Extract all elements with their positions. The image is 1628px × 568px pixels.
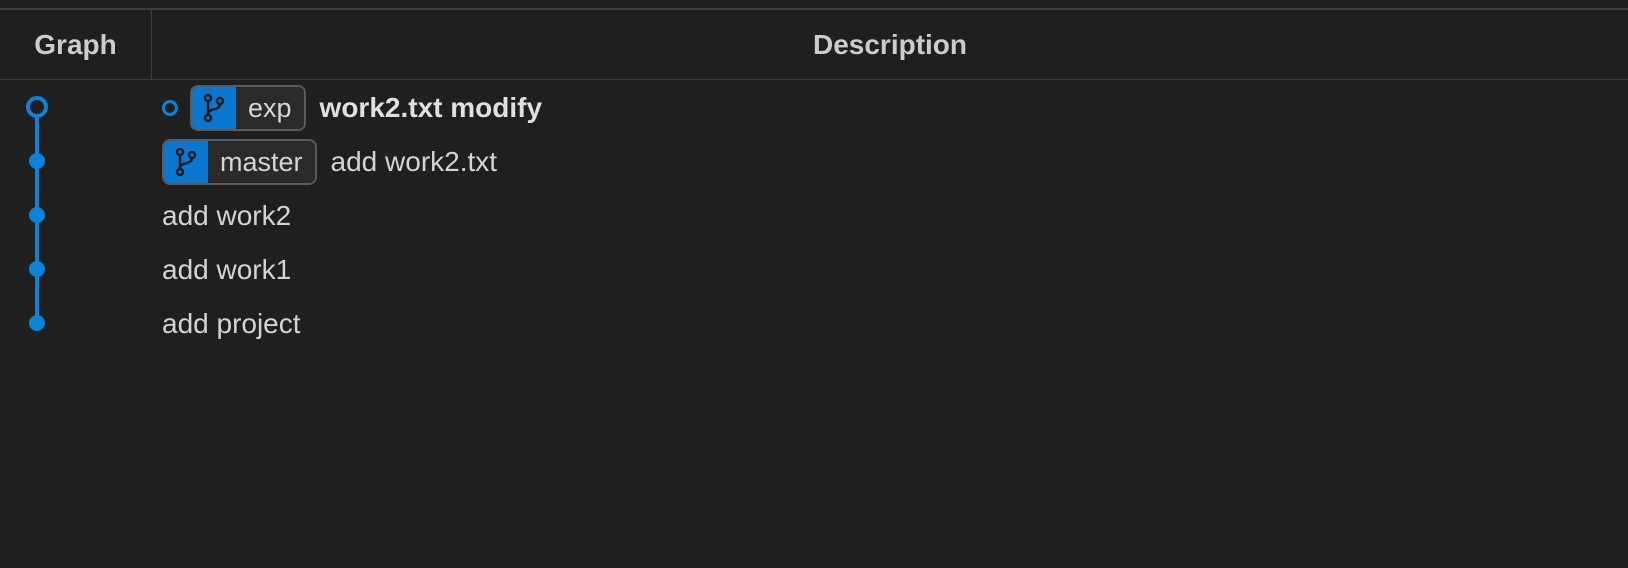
commit-node-head xyxy=(26,96,48,118)
head-indicator-icon xyxy=(162,100,178,116)
commit-message: add work2.txt xyxy=(330,146,498,177)
commit-row[interactable]: add project xyxy=(162,296,301,352)
commit-row[interactable]: add work1 xyxy=(162,242,291,298)
description-column-header[interactable]: Description xyxy=(152,10,1628,79)
commit-message: add work1 xyxy=(162,254,292,285)
commit-node xyxy=(29,207,45,223)
branch-label: master xyxy=(208,141,315,183)
commit-row[interactable]: master add work2.txt xyxy=(162,134,497,190)
commit-message: work2.txt modify xyxy=(319,92,543,123)
commit-row[interactable]: exp work2.txt modify xyxy=(162,80,542,136)
commit-message: add work2 xyxy=(162,200,292,231)
git-branch-icon xyxy=(192,87,236,129)
commit-graph xyxy=(26,96,48,331)
table-header: Graph Description xyxy=(0,10,1628,80)
commit-node xyxy=(29,153,45,169)
git-branch-icon xyxy=(164,141,208,183)
commit-row[interactable]: add work2 xyxy=(162,188,291,244)
branch-label: exp xyxy=(236,87,304,129)
git-graph-panel: Graph Description exp work2.txt modify m… xyxy=(0,0,1628,568)
commit-node xyxy=(29,261,45,277)
commit-node xyxy=(29,315,45,331)
commit-message: add project xyxy=(162,308,301,339)
branch-badge-master[interactable]: master xyxy=(162,139,317,185)
branch-badge-exp[interactable]: exp xyxy=(190,85,306,131)
